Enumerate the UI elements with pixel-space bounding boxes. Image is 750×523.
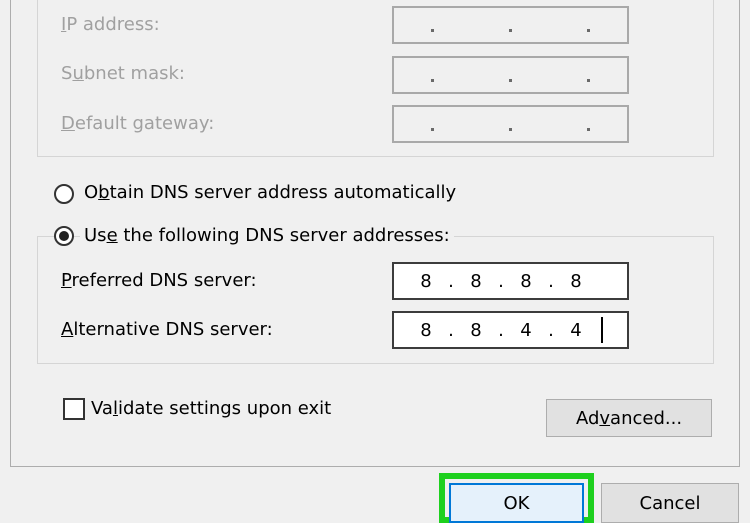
- ip-address-field[interactable]: [392, 6, 629, 44]
- preferred-dns-octet-3: 8: [520, 270, 532, 292]
- validate-label[interactable]: Validate settings upon exit: [91, 398, 331, 420]
- default-gateway-label: Default gateway:: [61, 113, 215, 134]
- alternative-dns-octet-4: 4: [570, 319, 582, 341]
- default-gateway-field[interactable]: [392, 105, 629, 143]
- subnet-mask-field[interactable]: [392, 56, 629, 94]
- radio-selected-dot: [59, 231, 69, 241]
- ok-button[interactable]: OK: [449, 483, 584, 523]
- alternative-dns-octet-2: 8: [470, 319, 482, 341]
- dns-manual-label[interactable]: Use the following DNS server addresses:: [80, 225, 454, 247]
- dns-auto-radio[interactable]: [54, 184, 74, 204]
- preferred-dns-octet-4: 8: [570, 270, 582, 292]
- alternative-dns-label: Alternative DNS server:: [61, 319, 273, 340]
- preferred-dns-octet-1: 8: [420, 270, 432, 292]
- preferred-dns-field[interactable]: 8 . 8 . 8 . 8: [392, 262, 629, 300]
- preferred-dns-label: Preferred DNS server:: [61, 270, 257, 291]
- dns-auto-label[interactable]: Obtain DNS server address automatically: [84, 182, 456, 204]
- alternative-dns-field[interactable]: 8 . 8 . 4 . 4: [392, 311, 629, 349]
- preferred-dns-octet-2: 8: [470, 270, 482, 292]
- validate-checkbox[interactable]: [63, 398, 85, 420]
- ip-address-label: IP address:: [61, 14, 160, 35]
- advanced-button[interactable]: Ad v anced...: [546, 399, 712, 437]
- text-cursor: [601, 317, 603, 343]
- alternative-dns-octet-3: 4: [520, 319, 532, 341]
- subnet-mask-label: Subnet mask:: [61, 63, 185, 84]
- cancel-button[interactable]: Cancel: [601, 483, 739, 523]
- dns-manual-radio[interactable]: [54, 226, 74, 246]
- alternative-dns-octet-1: 8: [420, 319, 432, 341]
